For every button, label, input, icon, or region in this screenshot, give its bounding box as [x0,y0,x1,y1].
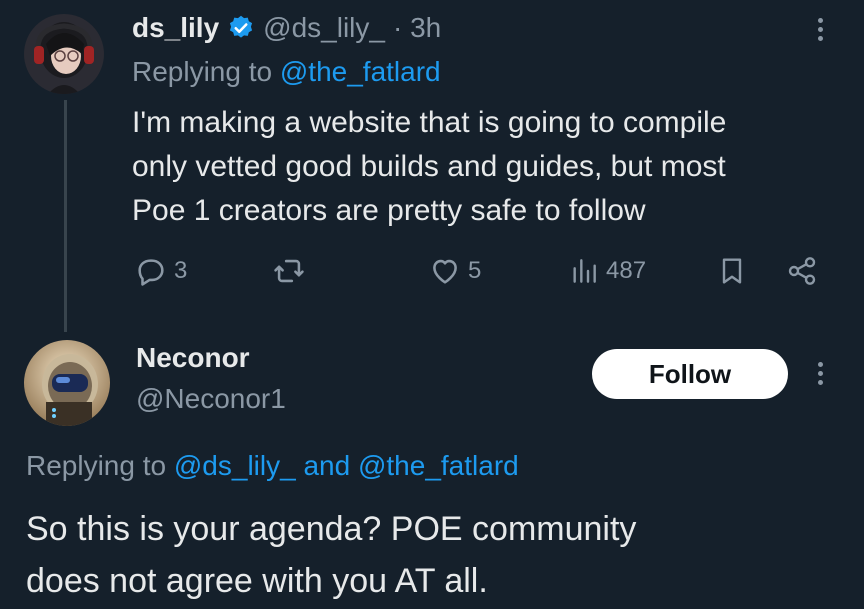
like-icon [433,259,457,284]
bookmark-icon [722,258,742,284]
share-button[interactable] [786,254,818,293]
avatar-image [24,14,104,94]
avatar-neconor[interactable] [24,340,110,426]
bookmark-button[interactable] [716,254,748,293]
replying-prefix: Replying to [132,56,273,87]
reply-count: 3 [174,257,188,284]
reply-icon [138,259,164,286]
tweet1-time[interactable]: · 3h [393,12,441,44]
retweet-button[interactable] [272,254,306,288]
tweet1-line: only vetted good builds and guides, but … [132,150,726,183]
tweet1-line: I'm making a website that is going to co… [132,106,727,139]
views-icon [573,259,596,283]
tweet2-line: So this is your agenda? POE community [26,510,637,548]
replying-to-link-1[interactable]: @ds_lily_ [174,450,296,481]
tweet1-handle[interactable]: @ds_lily_ [263,12,385,44]
avatar-image [24,340,110,426]
reply-button[interactable]: 3 [134,254,187,288]
thread-line [64,100,67,332]
views-button[interactable]: 487 [568,254,646,288]
more-icon[interactable] [818,362,823,385]
replying-to-link[interactable]: @the_fatlard [280,56,441,87]
like-button[interactable]: 5 [428,254,481,288]
verified-badge-icon [227,14,255,42]
like-count: 5 [468,257,482,284]
replying-to-link-2[interactable]: @the_fatlard [358,450,519,481]
tweet2-display-name[interactable]: Neconor [136,342,250,374]
tweet1-text: I'm making a website that is going to co… [132,101,726,233]
tweet1-header: ds_lily @ds_lily_ · 3h [132,12,441,44]
replying-and: and [303,450,351,481]
more-icon[interactable] [818,18,823,41]
tweet1-display-name[interactable]: ds_lily [132,12,219,44]
follow-button[interactable]: Follow [592,349,788,399]
replying-prefix: Replying to [26,450,167,481]
views-count: 487 [606,257,647,284]
avatar-ds-lily[interactable] [24,14,104,94]
tweet1-line: Poe 1 creators are pretty safe to follow [132,194,646,227]
tweet2-handle[interactable]: @Neconor1 [136,383,286,415]
tweet2-line: does not agree with you AT all. [26,562,488,600]
share-icon [788,257,816,285]
tweet2-replying-to: Replying to @ds_lily_ and @the_fatlard [26,450,519,482]
tweet2-text: So this is your agenda? POE community do… [26,503,636,607]
retweet-icon [274,259,304,283]
tweet1-replying-to: Replying to @the_fatlard [132,56,441,88]
